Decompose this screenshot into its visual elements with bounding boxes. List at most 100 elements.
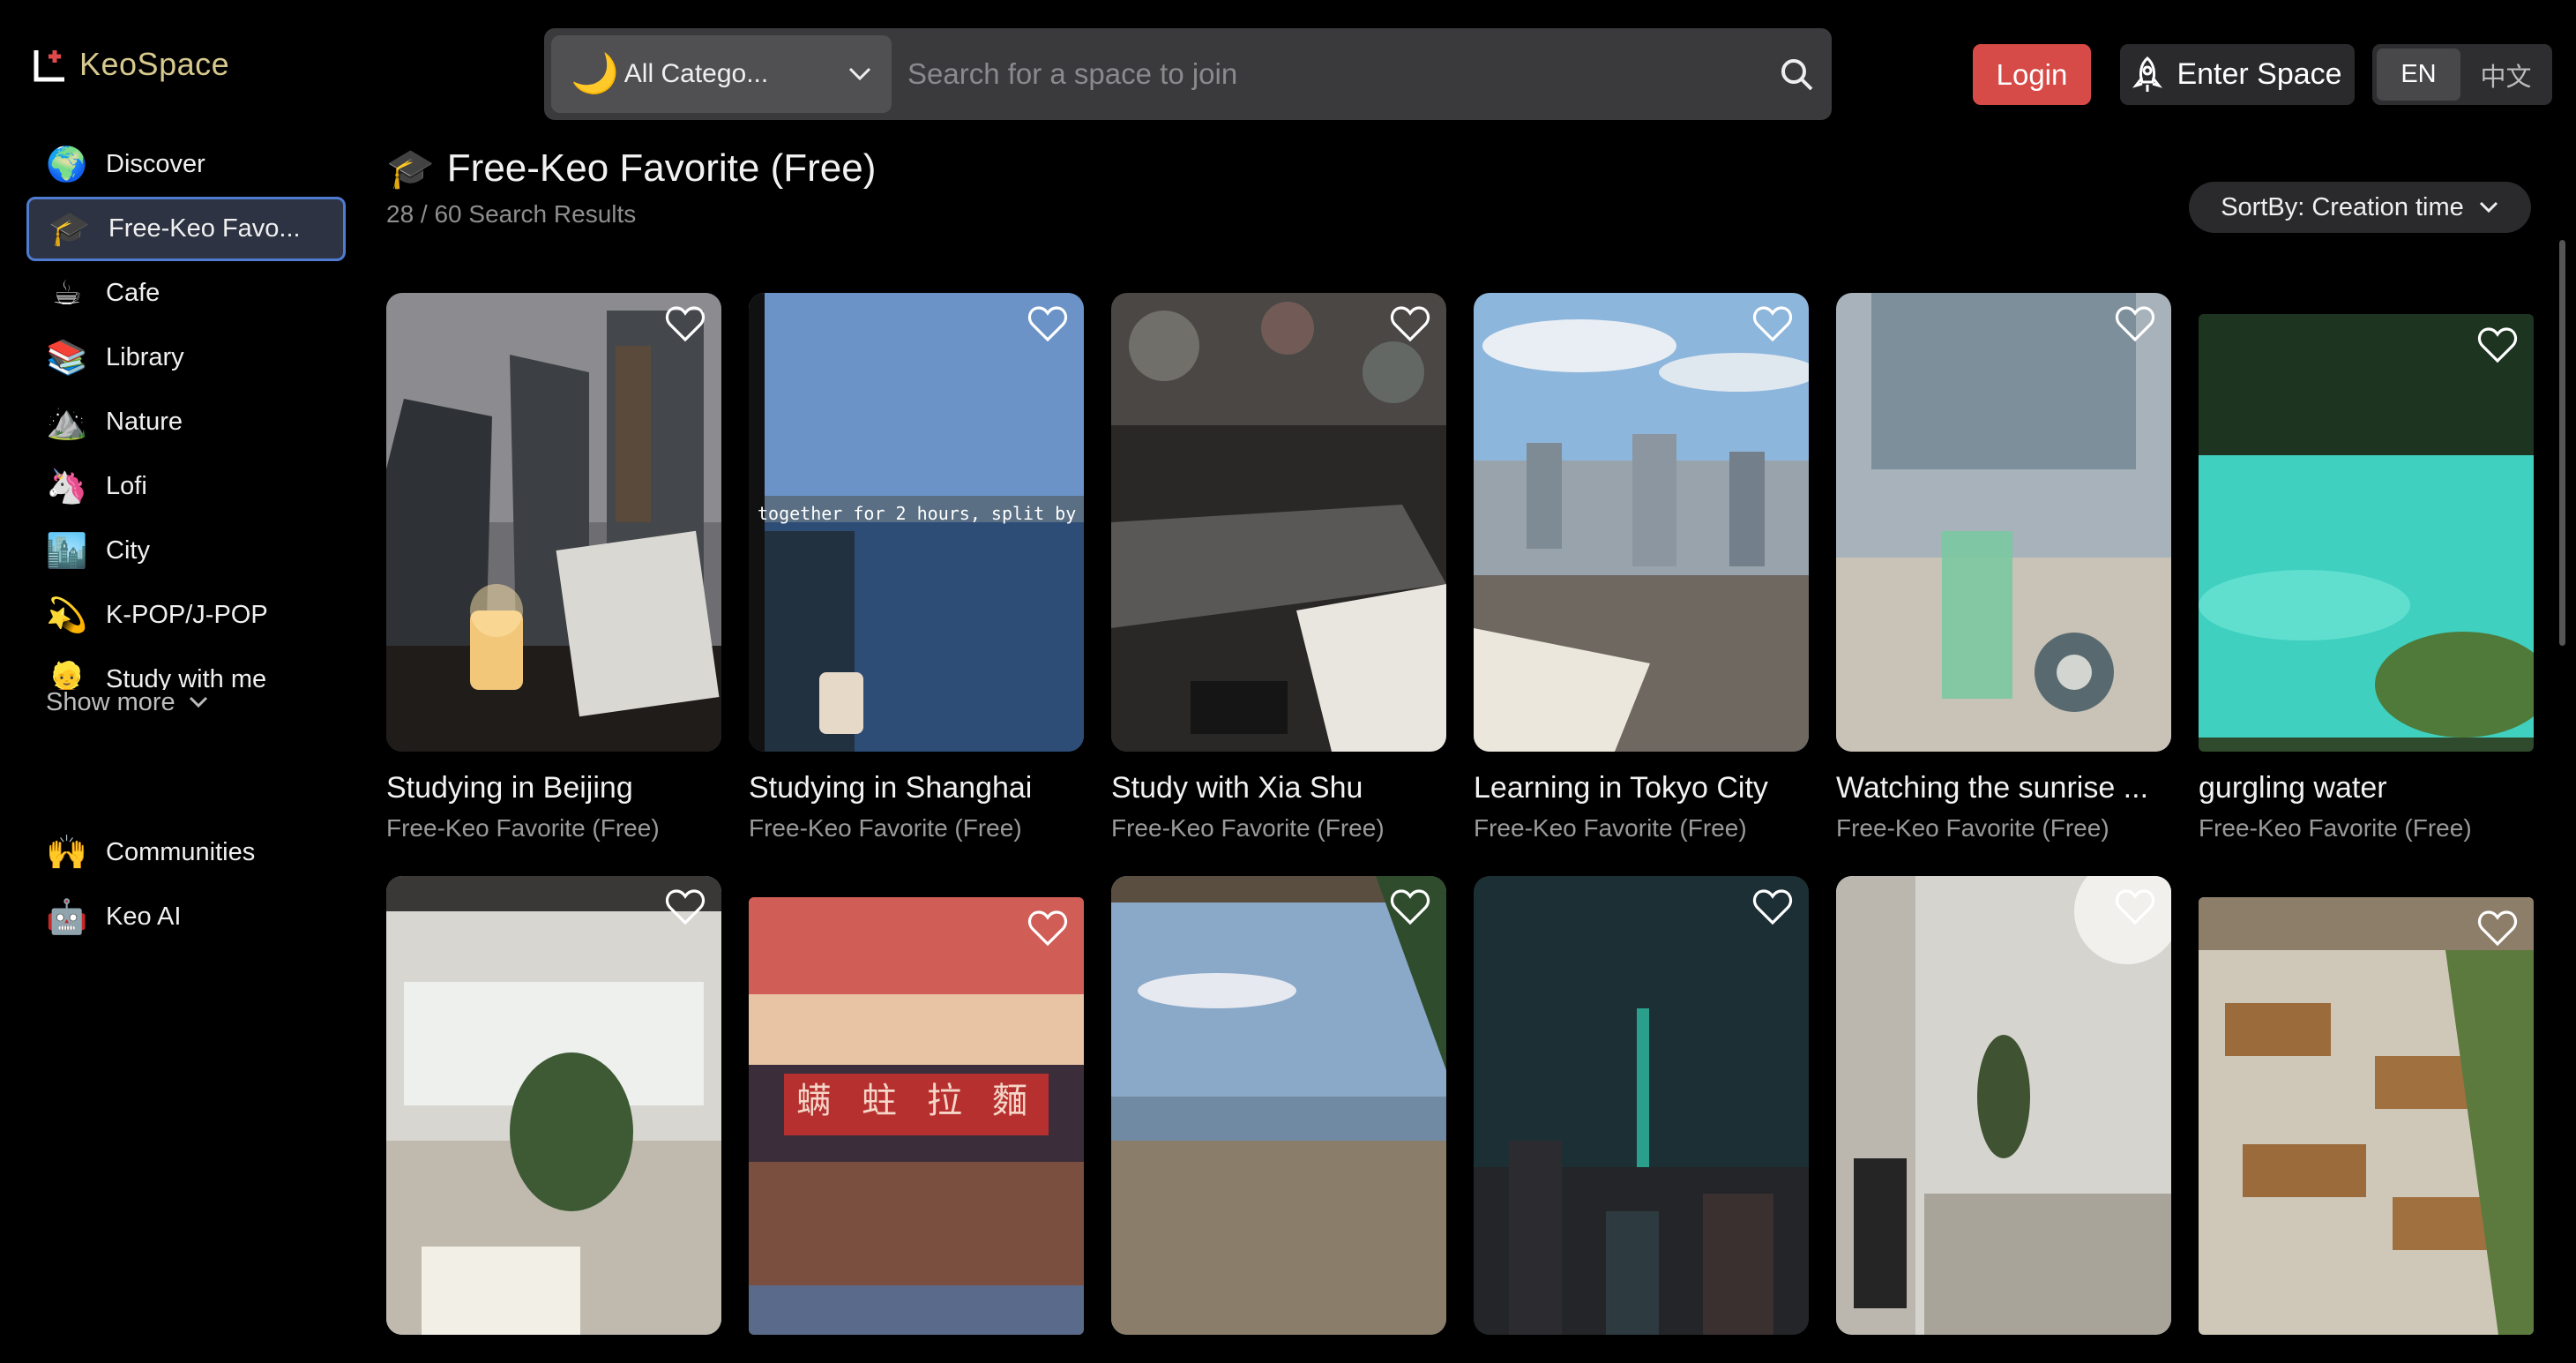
scene-image <box>1111 293 1446 752</box>
chevron-down-icon <box>848 67 871 81</box>
sidebar-item-city[interactable]: 🏙️ City <box>26 519 346 583</box>
sidebar-item-label: Cafe <box>106 279 161 307</box>
scene-image <box>1474 293 1809 752</box>
space-card[interactable] <box>2199 876 2534 1335</box>
sidebar-category-list: 🌍 Discover 🎓 Free-Keo Favo... ☕ Cafe 📚 Library ⛰… <box>26 132 346 690</box>
space-card[interactable] <box>386 876 721 1335</box>
scene-image <box>386 293 721 752</box>
space-card[interactable] <box>1111 876 1446 1335</box>
app-logo[interactable]: KeoSpace <box>34 46 229 83</box>
favorite-heart-icon[interactable] <box>2115 888 2155 925</box>
sidebar-item-library[interactable]: 📚 Library <box>26 326 346 390</box>
space-category: Free-Keo Favorite (Free) <box>1836 814 2109 842</box>
sidebar-item-label: Lofi <box>106 472 147 500</box>
favorite-heart-icon[interactable] <box>2115 305 2155 342</box>
space-thumbnail[interactable]: 螨蛀拉麵 <box>749 897 1084 1335</box>
city-icon: 🏙️ <box>46 532 88 570</box>
sort-dropdown[interactable]: SortBy: Creation time <box>2189 182 2531 233</box>
favorite-heart-icon[interactable] <box>665 888 706 925</box>
sidebar-item-keo-ai[interactable]: 🤖 Keo AI <box>26 885 346 949</box>
space-thumbnail[interactable] <box>1111 876 1446 1335</box>
space-card[interactable]: 螨蛀拉麵 <box>749 876 1084 1335</box>
communities-icon: 🙌 <box>46 834 88 872</box>
favorite-heart-icon[interactable] <box>1027 910 1068 947</box>
search-button[interactable] <box>1761 35 1832 113</box>
search-input[interactable] <box>892 35 1761 113</box>
scene-image <box>2199 314 2534 752</box>
keospace-logo-icon <box>34 47 67 82</box>
study-with-me-icon: 👱 <box>46 661 88 691</box>
scene-image <box>1111 876 1446 1335</box>
shop-sign-character: 蛀 <box>862 1082 897 1120</box>
scene-image <box>1474 876 1809 1335</box>
space-card[interactable]: gurgling water Free-Keo Favorite (Free) <box>2199 293 2534 843</box>
favorite-heart-icon[interactable] <box>2477 326 2518 363</box>
sidebar-item-discover[interactable]: 🌍 Discover <box>26 132 346 197</box>
space-card[interactable] <box>1836 876 2171 1335</box>
graduation-cap-icon: 🎓 <box>386 147 435 191</box>
category-select[interactable]: 🌙 All Catego... <box>551 35 892 113</box>
favorite-heart-icon[interactable] <box>1390 888 1430 925</box>
space-card[interactable] <box>1474 876 1809 1335</box>
space-thumbnail[interactable] <box>1836 876 2171 1335</box>
lang-zh-option[interactable]: 中文 <box>2464 49 2548 101</box>
lang-en-option[interactable]: EN <box>2377 49 2460 101</box>
space-grid: Studying in Beijing Free-Keo Favorite (Fr… <box>386 293 2534 1335</box>
kpop-jpop-icon: 💫 <box>46 596 88 634</box>
space-thumbnail[interactable] <box>1474 876 1809 1335</box>
language-toggle: EN 中文 <box>2372 44 2552 105</box>
space-thumbnail[interactable] <box>2199 897 2534 1335</box>
show-more-button[interactable]: Show more <box>26 685 346 720</box>
space-title: Studying in Beijing <box>386 771 633 805</box>
sidebar-item-cafe[interactable]: ☕ Cafe <box>26 261 346 326</box>
space-thumbnail[interactable] <box>1836 293 2171 752</box>
enter-space-label: Enter Space <box>2177 57 2342 91</box>
space-thumbnail[interactable] <box>1111 293 1446 752</box>
shop-sign-character: 拉 <box>927 1082 962 1120</box>
space-title: gurgling water <box>2199 771 2387 805</box>
space-thumbnail[interactable] <box>2199 314 2534 752</box>
search-bar: 🌙 All Catego... <box>544 28 1832 120</box>
favorite-heart-icon[interactable] <box>1752 305 1793 342</box>
sidebar-item-label: Nature <box>106 408 183 436</box>
sidebar-item-kpop-jpop[interactable]: 💫 K-POP/J-POP <box>26 583 346 648</box>
space-thumbnail[interactable] <box>386 293 721 752</box>
login-button[interactable]: Login <box>1973 44 2091 105</box>
scrollbar[interactable] <box>2559 240 2565 646</box>
chevron-down-icon <box>189 696 207 708</box>
space-card[interactable]: Study with Xia Shu Free-Keo Favorite (Fre… <box>1111 293 1446 843</box>
discover-icon: 🌍 <box>46 146 88 183</box>
sidebar-item-free-keo-favorite[interactable]: 🎓 Free-Keo Favo... <box>26 197 346 261</box>
sidebar-item-label: City <box>106 536 150 565</box>
sidebar-item-label: Study with me <box>106 665 267 690</box>
favorite-heart-icon[interactable] <box>1390 305 1430 342</box>
scene-image <box>386 876 721 1335</box>
space-card[interactable]: together for 2 hours, split by Studying i… <box>749 293 1084 843</box>
favorite-heart-icon[interactable] <box>2477 910 2518 947</box>
space-card[interactable]: Watching the sunrise ... Free-Keo Favorit… <box>1836 293 2171 843</box>
enter-space-button[interactable]: Enter Space <box>2120 44 2355 105</box>
cafe-icon: ☕ <box>51 274 83 312</box>
space-title: Learning in Tokyo City <box>1474 771 1768 805</box>
space-thumbnail[interactable] <box>386 876 721 1335</box>
sidebar-item-communities[interactable]: 🙌 Communities <box>26 820 346 885</box>
space-thumbnail[interactable]: together for 2 hours, split by <box>749 293 1084 752</box>
shop-sign-character: 麵 <box>992 1082 1027 1120</box>
sidebar-item-study-with-me[interactable]: 👱 Study with me <box>26 648 346 691</box>
space-card[interactable]: Learning in Tokyo City Free-Keo Favorite … <box>1474 293 1809 843</box>
favorite-heart-icon[interactable] <box>1027 305 1068 342</box>
space-thumbnail[interactable] <box>1474 293 1809 752</box>
favorite-heart-icon[interactable] <box>665 305 706 342</box>
sidebar-item-nature[interactable]: ⛰️ Nature <box>26 390 346 454</box>
show-more-label: Show more <box>46 687 175 716</box>
app-name: KeoSpace <box>79 46 230 82</box>
page-header: 🎓 Free-Keo Favorite (Free) 28 / 60 Searc… <box>386 146 876 228</box>
space-title: Studying in Shanghai <box>749 771 1033 805</box>
keo-ai-icon: 🤖 <box>46 898 88 936</box>
sidebar-item-lofi[interactable]: 🦄 Lofi <box>26 454 346 519</box>
space-card[interactable]: Studying in Beijing Free-Keo Favorite (Fr… <box>386 293 721 843</box>
shop-sign: 螨蛀拉麵 <box>789 1072 1034 1123</box>
scene-image <box>1836 876 2171 1335</box>
favorite-heart-icon[interactable] <box>1752 888 1793 925</box>
sidebar: 🌍 Discover 🎓 Free-Keo Favo... ☕ Cafe 📚 Library ⛰… <box>26 132 346 720</box>
